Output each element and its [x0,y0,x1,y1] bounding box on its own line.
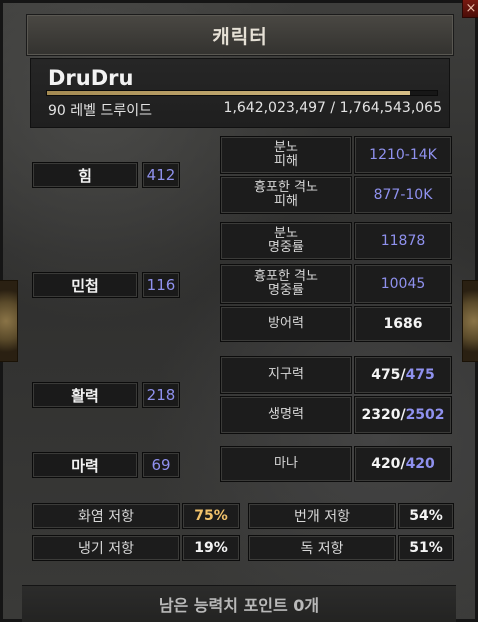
vitality-label[interactable]: 활력 [32,382,138,408]
mana-value: 420/420 [354,446,452,482]
dexterity-label[interactable]: 민첩 [32,272,138,298]
fire-resist-label: 화염 저항 [32,503,180,529]
rage-damage-value: 1210-14K [354,136,452,174]
lightning-resist-label: 번개 저항 [248,503,396,529]
close-icon[interactable]: × [462,0,478,18]
defense-value: 1686 [354,306,452,342]
energy-value: 69 [142,452,180,478]
mana-label: 마나 [220,446,352,482]
remaining-points: 남은 능력치 포인트 0개 [22,585,456,622]
experience-bar [46,90,438,96]
window-title: 캐릭터 [26,14,454,56]
character-name: DruDru [48,66,134,90]
left-ornament [0,280,18,362]
mana-current: 420 [371,456,401,472]
strength-value: 412 [142,162,180,188]
mana-max: 420 [405,456,435,472]
stamina-label: 지구력 [220,356,352,394]
character-experience: 1,642,023,497 / 1,764,543,065 [223,100,442,116]
experience-bar-fill [47,91,410,95]
stamina-current: 475 [371,367,401,383]
lightning-resist-value: 54% [398,503,454,529]
rage-hit-value: 11878 [354,222,452,260]
fire-resist-value: 75% [182,503,240,529]
energy-label[interactable]: 마력 [32,452,138,478]
fury-hit-label: 흉포한 격노 명중률 [220,264,352,304]
rage-damage-label: 분노 피해 [220,136,352,174]
life-current: 2320 [361,407,401,423]
right-ornament [462,280,478,362]
cold-resist-value: 19% [182,535,240,561]
character-level-class: 90 레벨 드루이드 [48,103,152,119]
life-max: 2502 [405,407,445,423]
cold-resist-label: 냉기 저항 [32,535,180,561]
poison-resist-value: 51% [398,535,454,561]
stamina-max: 475 [405,367,435,383]
stamina-value: 475/475 [354,356,452,394]
defense-label: 방어력 [220,306,352,342]
vitality-value: 218 [142,382,180,408]
poison-resist-label: 독 저항 [248,535,396,561]
rage-hit-label: 분노 명중률 [220,222,352,260]
fury-damage-label: 흉포한 격노 피해 [220,176,352,214]
life-label: 생명력 [220,396,352,434]
dexterity-value: 116 [142,272,180,298]
fury-damage-value: 877-10K [354,176,452,214]
life-value: 2320/2502 [354,396,452,434]
fury-hit-value: 10045 [354,264,452,304]
strength-label[interactable]: 힘 [32,162,138,188]
